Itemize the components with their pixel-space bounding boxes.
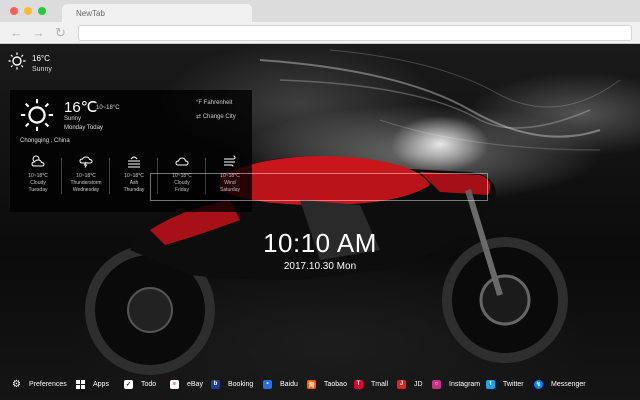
gear-icon: ⚙ <box>12 378 21 390</box>
tmall-icon: T <box>354 379 363 389</box>
twitter-link[interactable]: t Twitter <box>486 378 524 390</box>
cloud-icon <box>175 157 189 166</box>
cloud-sun-icon <box>31 155 45 167</box>
shortcut-label: Messenger <box>551 380 586 388</box>
bottom-shortcut-bar: ⚙ Preferences Apps ✓ Todo e eBay b Booki… <box>0 372 640 396</box>
jd-icon: J <box>397 379 406 389</box>
current-temperature: 16℃ <box>64 99 98 116</box>
mini-temperature: 16°C <box>32 54 50 63</box>
shortcut-label: Apps <box>93 380 109 388</box>
booking-link[interactable]: b Booking <box>211 378 253 390</box>
messenger-icon: ↯ <box>534 379 543 389</box>
baidu-link[interactable]: • Baidu <box>263 378 298 390</box>
search-input[interactable] <box>150 173 488 201</box>
shortcut-label: Preferences <box>29 380 67 388</box>
baidu-icon: • <box>263 379 272 389</box>
instagram-link[interactable]: ○ Instagram <box>432 378 480 390</box>
booking-icon: b <box>211 379 220 389</box>
forecast-condition: Thunderstorm <box>70 180 102 186</box>
shortcut-label: Instagram <box>449 380 481 388</box>
apps-grid-icon <box>76 379 85 389</box>
current-condition: Sunny <box>64 116 82 122</box>
shortcut-label: Booking <box>228 380 254 388</box>
ebay-icon: e <box>170 379 179 389</box>
forecast-day: 10~18°C Thunderstorm Wednesday <box>62 154 110 194</box>
mini-condition: Sunny <box>32 66 52 73</box>
forecast-day-name: Tuesday <box>28 187 48 193</box>
forecast-range: 10~18°C <box>76 173 96 179</box>
jd-link[interactable]: J JD <box>397 378 423 390</box>
current-range: 10~18°C <box>96 105 120 111</box>
checkbox-icon: ✓ <box>124 379 133 389</box>
shortcut-label: Twitter <box>503 380 524 388</box>
tmall-link[interactable]: T Tmall <box>354 378 388 390</box>
sun-icon <box>20 98 54 132</box>
sun-icon <box>8 52 26 70</box>
location-label: Chongqing , China <box>20 138 70 144</box>
shortcut-label: eBay <box>187 380 203 388</box>
preferences-button[interactable]: ⚙ Preferences <box>12 378 67 390</box>
shortcut-label: Tmall <box>371 380 389 388</box>
current-day: Monday Today <box>64 125 103 131</box>
forecast-day: 10~18°C Cloudy Tuesday <box>14 154 62 194</box>
apps-button[interactable]: Apps <box>76 378 109 390</box>
twitter-icon: t <box>486 379 495 389</box>
shortcut-label: Baidu <box>280 380 298 388</box>
shortcut-label: JD <box>414 380 423 388</box>
instagram-icon: ○ <box>432 379 441 389</box>
shortcut-label: Todo <box>141 380 157 388</box>
shortcut-label: Taobao <box>324 380 347 388</box>
thunderstorm-icon <box>79 156 93 168</box>
wind-icon <box>224 155 236 167</box>
clock-date: 2017.10.30 Mon <box>283 261 357 272</box>
browser-window: NewTab ← → ↻ 16°C Sunny 16℃ 10~18°C Sunn… <box>0 0 640 400</box>
ash-icon <box>128 156 140 168</box>
fahrenheit-toggle[interactable]: °F Fahrenheit <box>196 100 232 106</box>
messenger-link[interactable]: ↯ Messenger <box>534 378 586 390</box>
taobao-icon: 淘 <box>307 379 316 389</box>
forecast-range: 10~18°C <box>28 173 48 179</box>
forecast-day-name: Wednesday <box>72 187 100 193</box>
forecast-condition: Cloudy <box>30 180 46 186</box>
ebay-link[interactable]: e eBay <box>170 378 203 390</box>
taobao-link[interactable]: 淘 Taobao <box>307 378 347 390</box>
weather-mini-widget[interactable]: 16°C Sunny <box>8 52 52 75</box>
todo-button[interactable]: ✓ Todo <box>124 378 156 390</box>
change-city-button[interactable]: ⇄ Change City <box>196 113 236 120</box>
clock-time: 10:10 AM <box>263 228 377 258</box>
